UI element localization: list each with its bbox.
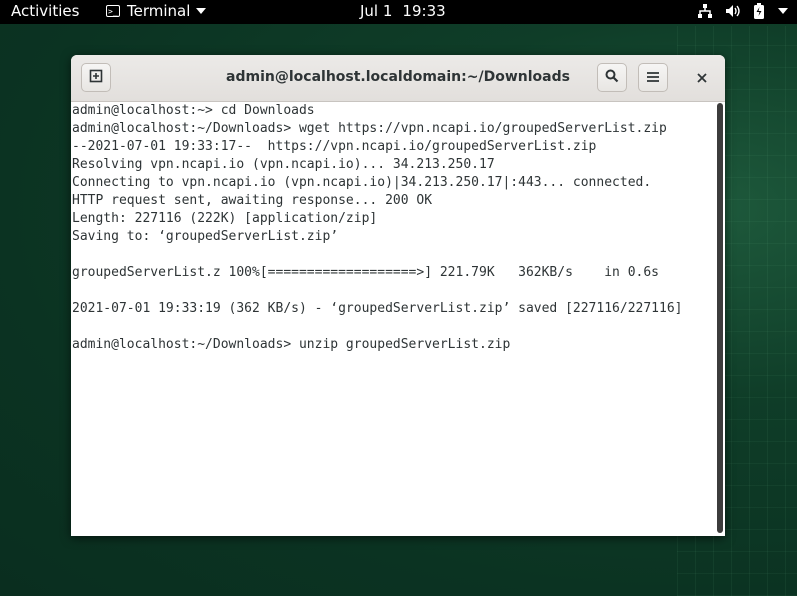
terminal-line: --2021-07-01 19:33:17-- https://vpn.ncap… (72, 139, 597, 154)
app-menu[interactable]: >_ Terminal (106, 2, 207, 20)
terminal-output[interactable]: admin@localhost:~> cd Downloads admin@loc… (71, 102, 715, 536)
system-tray[interactable] (697, 3, 789, 19)
scrollbar[interactable] (717, 103, 723, 533)
terminal-line: HTTP request sent, awaiting response... … (72, 193, 433, 208)
chevron-down-icon (196, 8, 207, 14)
volume-icon[interactable] (725, 3, 741, 19)
terminal-line: admin@localhost:~> cd Downloads (72, 103, 315, 118)
top-bar: Activities >_ Terminal Jul 1 19:33 (0, 0, 797, 24)
clock[interactable]: Jul 1 19:33 (360, 2, 446, 20)
search-icon (605, 68, 619, 87)
header-bar: admin@localhost.localdomain:~/Downloads (71, 55, 725, 102)
terminal-line: Connecting to vpn.ncapi.io (vpn.ncapi.io… (72, 175, 652, 190)
clock-time: 19:33 (402, 2, 446, 20)
terminal-window: admin@localhost.localdomain:~/Downloads … (71, 55, 725, 536)
power-icon[interactable] (777, 6, 789, 16)
terminal-line: Resolving vpn.ncapi.io (vpn.ncapi.io)...… (72, 157, 495, 172)
terminal-line: groupedServerList.z 100%[===============… (72, 265, 659, 280)
terminal-line: admin@localhost:~/Downloads> wget https:… (72, 121, 667, 136)
battery-icon[interactable] (753, 3, 765, 19)
hamburger-menu-icon (647, 68, 659, 87)
search-button[interactable] (597, 63, 627, 92)
app-menu-label: Terminal (127, 2, 191, 20)
menu-button[interactable] (638, 63, 668, 92)
terminal-line: 2021-07-01 19:33:19 (362 KB/s) - ‘groupe… (72, 301, 683, 316)
close-icon (697, 68, 707, 87)
terminal-line: Length: 227116 (222K) [application/zip] (72, 211, 378, 226)
clock-date: Jul 1 (360, 2, 393, 20)
close-button[interactable] (687, 63, 717, 92)
network-icon[interactable] (697, 3, 713, 19)
activities-button[interactable]: Activities (11, 2, 79, 20)
terminal-line: Saving to: ‘groupedServerList.zip’ (72, 229, 339, 244)
terminal-app-icon: >_ (106, 5, 120, 17)
terminal-line: admin@localhost:~/Downloads> unzip group… (72, 337, 511, 352)
